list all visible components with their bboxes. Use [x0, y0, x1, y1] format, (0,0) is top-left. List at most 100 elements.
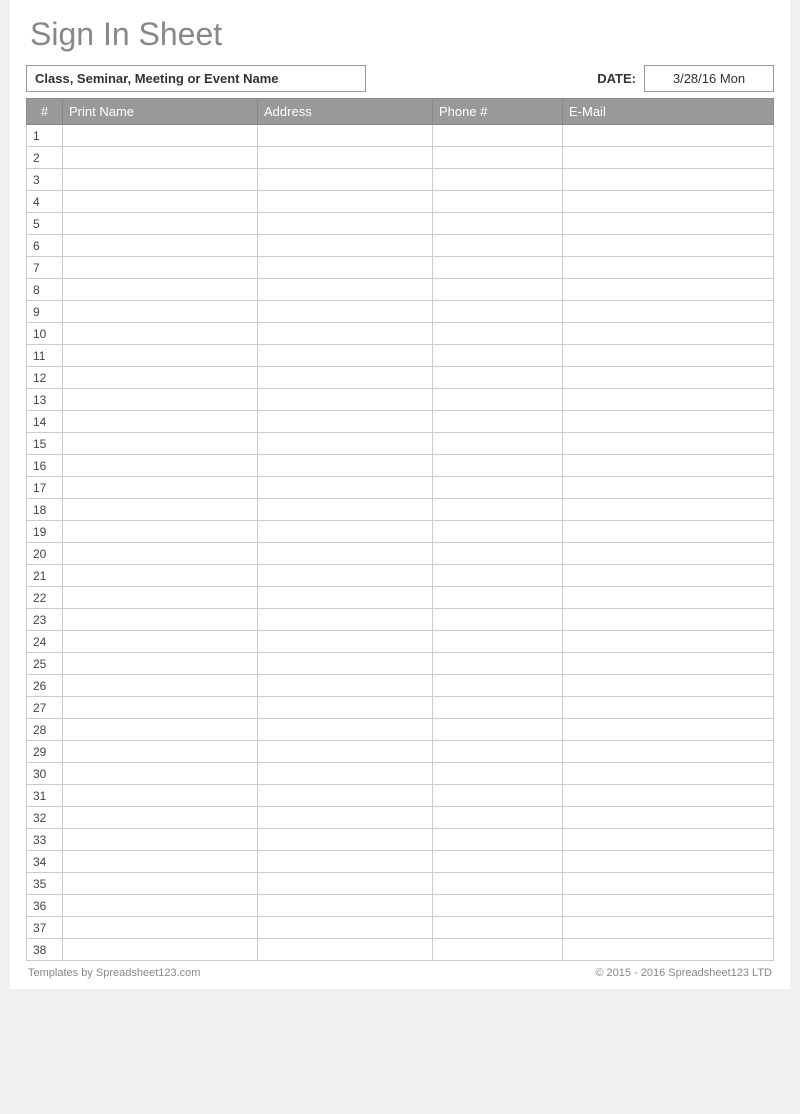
row-phone[interactable]	[433, 851, 563, 873]
row-name[interactable]	[63, 653, 258, 675]
row-phone[interactable]	[433, 301, 563, 323]
row-phone[interactable]	[433, 455, 563, 477]
row-email[interactable]	[563, 631, 774, 653]
row-name[interactable]	[63, 323, 258, 345]
event-name-field[interactable]: Class, Seminar, Meeting or Event Name	[26, 65, 366, 92]
row-address[interactable]	[258, 829, 433, 851]
row-email[interactable]	[563, 829, 774, 851]
row-email[interactable]	[563, 499, 774, 521]
row-name[interactable]	[63, 147, 258, 169]
row-name[interactable]	[63, 587, 258, 609]
row-address[interactable]	[258, 741, 433, 763]
row-phone[interactable]	[433, 917, 563, 939]
row-name[interactable]	[63, 873, 258, 895]
row-email[interactable]	[563, 169, 774, 191]
row-phone[interactable]	[433, 169, 563, 191]
row-name[interactable]	[63, 939, 258, 961]
row-phone[interactable]	[433, 411, 563, 433]
row-name[interactable]	[63, 345, 258, 367]
row-name[interactable]	[63, 609, 258, 631]
row-name[interactable]	[63, 719, 258, 741]
row-phone[interactable]	[433, 763, 563, 785]
row-address[interactable]	[258, 301, 433, 323]
row-phone[interactable]	[433, 367, 563, 389]
row-email[interactable]	[563, 785, 774, 807]
row-email[interactable]	[563, 389, 774, 411]
row-name[interactable]	[63, 235, 258, 257]
row-name[interactable]	[63, 411, 258, 433]
row-phone[interactable]	[433, 587, 563, 609]
row-name[interactable]	[63, 499, 258, 521]
row-email[interactable]	[563, 917, 774, 939]
row-name[interactable]	[63, 367, 258, 389]
row-email[interactable]	[563, 345, 774, 367]
row-name[interactable]	[63, 565, 258, 587]
row-phone[interactable]	[433, 323, 563, 345]
row-address[interactable]	[258, 543, 433, 565]
row-phone[interactable]	[433, 719, 563, 741]
row-address[interactable]	[258, 763, 433, 785]
row-email[interactable]	[563, 235, 774, 257]
row-address[interactable]	[258, 873, 433, 895]
row-email[interactable]	[563, 301, 774, 323]
row-name[interactable]	[63, 917, 258, 939]
row-email[interactable]	[563, 455, 774, 477]
row-name[interactable]	[63, 829, 258, 851]
row-address[interactable]	[258, 939, 433, 961]
row-address[interactable]	[258, 367, 433, 389]
row-address[interactable]	[258, 851, 433, 873]
row-address[interactable]	[258, 257, 433, 279]
row-address[interactable]	[258, 719, 433, 741]
row-address[interactable]	[258, 433, 433, 455]
row-address[interactable]	[258, 653, 433, 675]
row-phone[interactable]	[433, 433, 563, 455]
row-email[interactable]	[563, 851, 774, 873]
row-address[interactable]	[258, 477, 433, 499]
row-address[interactable]	[258, 587, 433, 609]
row-phone[interactable]	[433, 279, 563, 301]
row-phone[interactable]	[433, 807, 563, 829]
row-address[interactable]	[258, 125, 433, 147]
row-address[interactable]	[258, 631, 433, 653]
row-email[interactable]	[563, 873, 774, 895]
row-phone[interactable]	[433, 741, 563, 763]
row-address[interactable]	[258, 279, 433, 301]
row-email[interactable]	[563, 125, 774, 147]
row-name[interactable]	[63, 521, 258, 543]
row-address[interactable]	[258, 499, 433, 521]
row-phone[interactable]	[433, 939, 563, 961]
row-name[interactable]	[63, 279, 258, 301]
row-phone[interactable]	[433, 675, 563, 697]
row-address[interactable]	[258, 235, 433, 257]
row-email[interactable]	[563, 895, 774, 917]
row-address[interactable]	[258, 697, 433, 719]
row-email[interactable]	[563, 763, 774, 785]
row-name[interactable]	[63, 169, 258, 191]
row-email[interactable]	[563, 433, 774, 455]
row-address[interactable]	[258, 675, 433, 697]
row-name[interactable]	[63, 301, 258, 323]
row-phone[interactable]	[433, 257, 563, 279]
row-phone[interactable]	[433, 697, 563, 719]
row-address[interactable]	[258, 609, 433, 631]
row-phone[interactable]	[433, 345, 563, 367]
row-phone[interactable]	[433, 125, 563, 147]
row-email[interactable]	[563, 477, 774, 499]
row-address[interactable]	[258, 895, 433, 917]
row-phone[interactable]	[433, 565, 563, 587]
row-phone[interactable]	[433, 477, 563, 499]
row-email[interactable]	[563, 565, 774, 587]
row-name[interactable]	[63, 807, 258, 829]
date-value-field[interactable]: 3/28/16 Mon	[644, 65, 774, 92]
row-phone[interactable]	[433, 499, 563, 521]
row-email[interactable]	[563, 191, 774, 213]
row-phone[interactable]	[433, 829, 563, 851]
row-email[interactable]	[563, 697, 774, 719]
row-name[interactable]	[63, 191, 258, 213]
row-phone[interactable]	[433, 873, 563, 895]
row-email[interactable]	[563, 367, 774, 389]
row-name[interactable]	[63, 477, 258, 499]
row-phone[interactable]	[433, 631, 563, 653]
row-address[interactable]	[258, 455, 433, 477]
row-phone[interactable]	[433, 389, 563, 411]
